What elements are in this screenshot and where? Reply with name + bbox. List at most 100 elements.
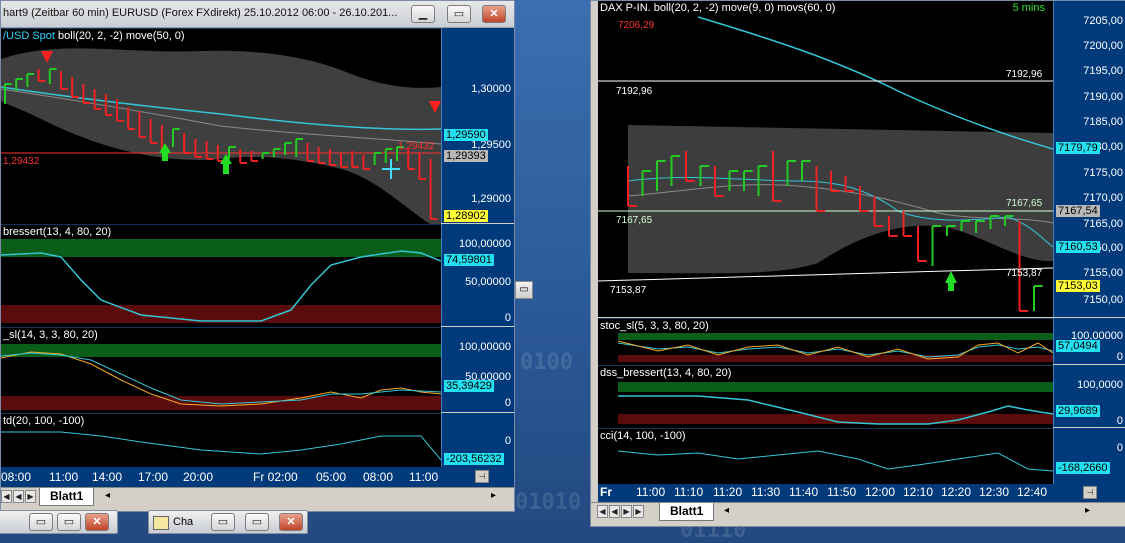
left-dss-pane[interactable]: bressert(13, 4, 80, 20)	[1, 224, 441, 327]
day-label: Fr	[600, 485, 612, 499]
buy-arrow-icon	[223, 164, 229, 174]
maximize-button[interactable]: ▭	[57, 513, 81, 531]
level-label-right: 1,29432	[398, 141, 435, 152]
left-window-titlebar[interactable]: hart9 (Zeitbar 60 min) EURUSD (Forex FXd…	[1, 1, 514, 28]
oversold-zone	[618, 355, 1053, 362]
time-label: Fr 02:00	[253, 470, 298, 484]
dss-tick: 100,00000	[459, 238, 511, 250]
left-stoch-label: _sl(14, 3, 3, 80, 20)	[3, 329, 98, 341]
overbought-zone	[618, 382, 1053, 392]
desktop-wallpaper-pattern: 01010	[515, 490, 582, 515]
splitter-handle-icon[interactable]: ▭	[515, 281, 533, 299]
right-stoch-pane[interactable]: stoc_sl(5, 3, 3, 80, 20)	[598, 318, 1053, 365]
close-button[interactable]: ✕	[279, 513, 303, 531]
maximize-button[interactable]: ▭	[245, 513, 269, 531]
next-sheet-button[interactable]: ▶	[25, 490, 36, 503]
right-price-chart: 7206,29 7192,96 7192,96 7167,65 7167,65 …	[598, 16, 1053, 312]
dss-tick: 0	[1116, 415, 1123, 427]
maximize-button[interactable]: ▭	[447, 5, 471, 23]
scroll-right-icon[interactable]: ▸	[491, 490, 496, 501]
time-label: 11:10	[674, 485, 704, 499]
price-tick: 7190,00	[1083, 91, 1123, 103]
buy-arrow-icon	[162, 153, 168, 161]
chart-app-icon	[153, 516, 169, 530]
first-sheet-button[interactable]: ◀	[1, 490, 12, 503]
left-stoch-axis: 100,00000 50,00000 0 35,39429	[441, 327, 514, 412]
band-value-box: 7167,54	[1056, 205, 1100, 217]
bollinger-band	[628, 125, 1053, 274]
level-label-right: 7192,96	[1006, 69, 1043, 80]
left-stoch-pane[interactable]: _sl(14, 3, 3, 80, 20)	[1, 327, 441, 413]
sheet-tab-blatt1[interactable]: Blatt1	[39, 488, 95, 506]
cci-line	[617, 450, 1053, 472]
right-price-pane[interactable]: DAX P-IN. boll(20, 2, -2) move(9, 0) mov…	[598, 1, 1053, 317]
bollinger-band	[1, 48, 441, 224]
close-button[interactable]: ✕	[482, 5, 506, 23]
price-tick: 7195,00	[1083, 65, 1123, 77]
right-stoch-axis: 100,00000 0 57,0494	[1053, 318, 1125, 364]
next-sheet-button[interactable]: ▶	[621, 505, 632, 518]
time-label: 11:30	[751, 485, 781, 499]
minimized-window-chart[interactable]: Cha ▭ ▭ ✕	[148, 510, 308, 534]
left-cci-label: td(20, 100, -100)	[3, 415, 85, 427]
buy-arrow-icon	[948, 283, 954, 291]
time-label: 17:00	[138, 470, 169, 484]
left-time-axis: 08:00 11:00 14:00 17:00 20:00 Fr 02:00 0…	[1, 467, 514, 487]
sheet-tab-blatt1[interactable]: Blatt1	[659, 503, 715, 521]
restore-button[interactable]: ▭	[211, 513, 235, 531]
oversold-zone	[618, 414, 1053, 424]
time-label: 11:50	[827, 485, 857, 499]
minimize-button[interactable]: ▁	[411, 5, 435, 23]
left-price-pane[interactable]: /USD Spot boll(20, 2, -2) move(50, 0) 1,…	[1, 28, 441, 224]
close-button[interactable]: ✕	[85, 513, 109, 531]
ma-value-box: 1,29590	[444, 129, 488, 141]
price-tick: 7175,00	[1083, 167, 1123, 179]
left-chart-window[interactable]: hart9 (Zeitbar 60 min) EURUSD (Forex FXd…	[0, 0, 515, 512]
price-tick: 1,30000	[471, 83, 511, 95]
right-price-pane-label: DAX P-IN. boll(20, 2, -2) move(9, 0) mov…	[600, 2, 836, 14]
right-sheet-tabbar: ◀ ◀ ▶ ▶ Blatt1 ◂ ▸	[591, 502, 1125, 521]
right-dss-pane[interactable]: dss_bressert(13, 4, 80, 20)	[598, 365, 1053, 428]
taskbar-item-label: Cha	[173, 516, 194, 528]
minimized-window-1[interactable]: ▭ ▭ ✕	[0, 510, 118, 534]
time-label: 12:30	[979, 485, 1010, 499]
level-label-left: 1,29432	[3, 156, 40, 167]
time-label: 12:40	[1017, 485, 1048, 499]
price-tick: 1,29000	[471, 193, 511, 205]
price-tick: 7150,00	[1083, 294, 1123, 306]
prev-sheet-button[interactable]: ◀	[13, 490, 24, 503]
right-cci-label: cci(14, 100, -100)	[600, 430, 686, 442]
scroll-left-icon[interactable]: ◂	[724, 505, 729, 516]
level-label-right: 7167,65	[1006, 198, 1043, 209]
prev-sheet-button[interactable]: ◀	[609, 505, 620, 518]
left-cci-pane[interactable]: td(20, 100, -100)	[1, 413, 441, 468]
zoom-icon[interactable]: ⊣	[1083, 486, 1097, 499]
price-tick: 7155,00	[1083, 267, 1123, 279]
buy-arrow-icon	[945, 271, 957, 283]
left-dss-label: bressert(13, 4, 80, 20)	[3, 226, 112, 238]
time-label: 12:00	[865, 485, 896, 499]
restore-button[interactable]: ▭	[29, 513, 53, 531]
right-cci-pane[interactable]: cci(14, 100, -100)	[598, 428, 1053, 485]
time-label: 11:00	[409, 470, 439, 484]
level-label-right: 7153,87	[1006, 268, 1043, 279]
high-mark-label: 7206,29	[618, 20, 655, 31]
scroll-left-icon[interactable]: ◂	[105, 490, 110, 501]
right-chart-window[interactable]: DAX P-IN. boll(20, 2, -2) move(9, 0) mov…	[590, 0, 1125, 527]
dss-value-box: 29,9689	[1056, 405, 1100, 417]
dss-tick: 0	[504, 312, 511, 324]
zoom-icon[interactable]: ⊣	[475, 470, 489, 483]
scroll-right-icon[interactable]: ▸	[1085, 505, 1090, 516]
right-dss-label: dss_bressert(13, 4, 80, 20)	[600, 367, 732, 379]
ma-value-box: 7179,79	[1056, 142, 1100, 154]
last-price-box: 1,28902	[444, 210, 488, 222]
cci-line	[1, 431, 441, 461]
left-price-axis[interactable]: 1,30000 1,29500 1,29000 1,29590 1,29393 …	[441, 28, 514, 223]
price-tick: 7165,00	[1083, 218, 1123, 230]
first-sheet-button[interactable]: ◀	[597, 505, 608, 518]
desktop-wallpaper-pattern: 0100	[520, 350, 573, 375]
time-label: 12:10	[903, 485, 934, 499]
right-price-axis[interactable]: 7205,00 7200,00 7195,00 7190,00 7185,00 …	[1053, 1, 1125, 317]
last-sheet-button[interactable]: ▶	[633, 505, 644, 518]
cci-value-box: -168,2660	[1056, 462, 1110, 474]
